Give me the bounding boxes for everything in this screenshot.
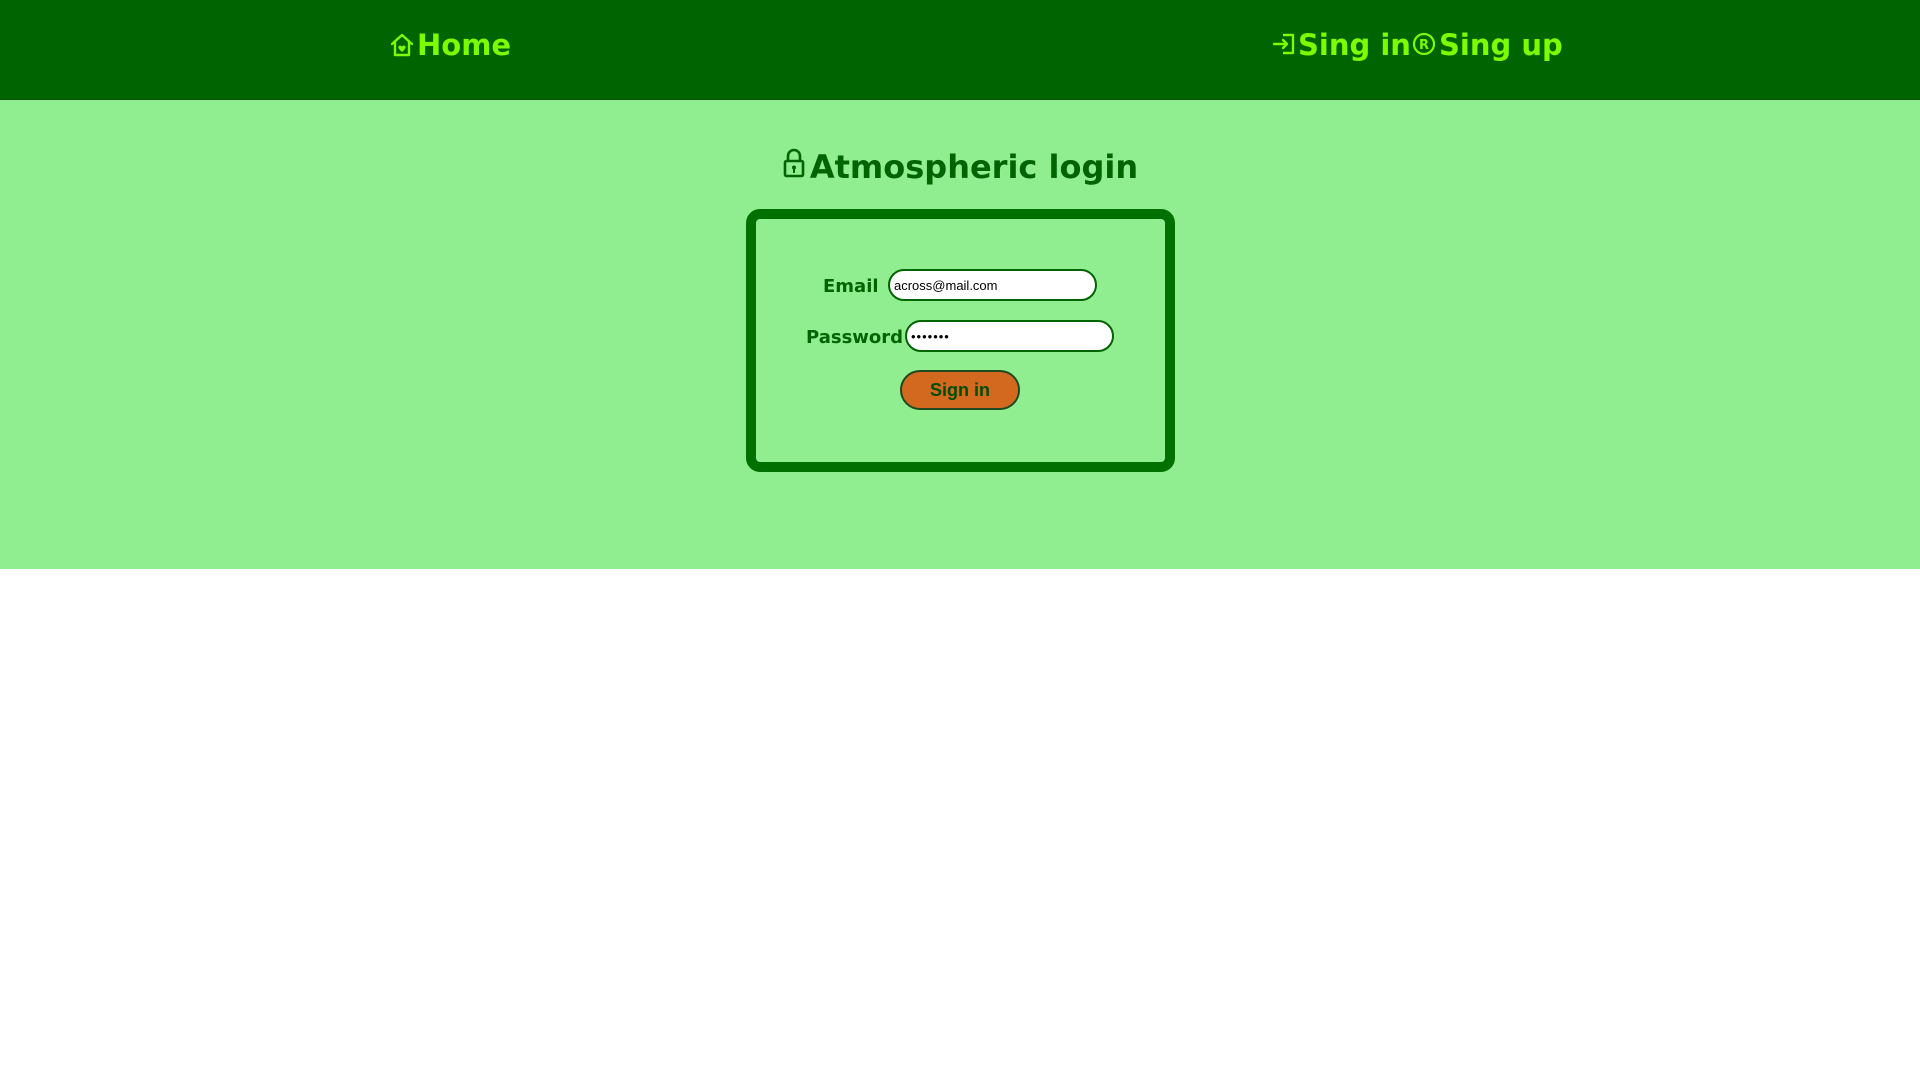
lock-icon xyxy=(782,148,810,186)
email-field[interactable] xyxy=(888,269,1097,301)
login-form-panel: Email Password Sign in xyxy=(746,209,1175,472)
page-title-text: Atmospheric login xyxy=(809,148,1139,186)
nav-signin-label: Sing in xyxy=(1298,28,1411,62)
nav-signin-link[interactable]: Sing in xyxy=(1272,28,1411,62)
login-icon xyxy=(1272,31,1298,59)
nav-home-label: Home xyxy=(417,28,512,62)
page-title: Atmospheric login xyxy=(0,148,1920,186)
main-content: Atmospheric login Email Password Sign in xyxy=(0,100,1920,569)
registered-icon: R xyxy=(1411,31,1439,59)
password-field[interactable] xyxy=(905,320,1114,352)
email-label: Email xyxy=(823,276,879,297)
nav-signup-link[interactable]: R Sing up xyxy=(1411,28,1563,62)
password-label: Password xyxy=(806,327,904,348)
top-navbar: Home Sing in R Sing up xyxy=(0,0,1920,100)
nav-signup-label: Sing up xyxy=(1439,28,1563,62)
nav-home-link[interactable]: Home xyxy=(389,28,511,62)
svg-text:R: R xyxy=(1419,38,1429,53)
sign-in-button[interactable]: Sign in xyxy=(900,370,1020,410)
home-icon xyxy=(389,31,417,59)
